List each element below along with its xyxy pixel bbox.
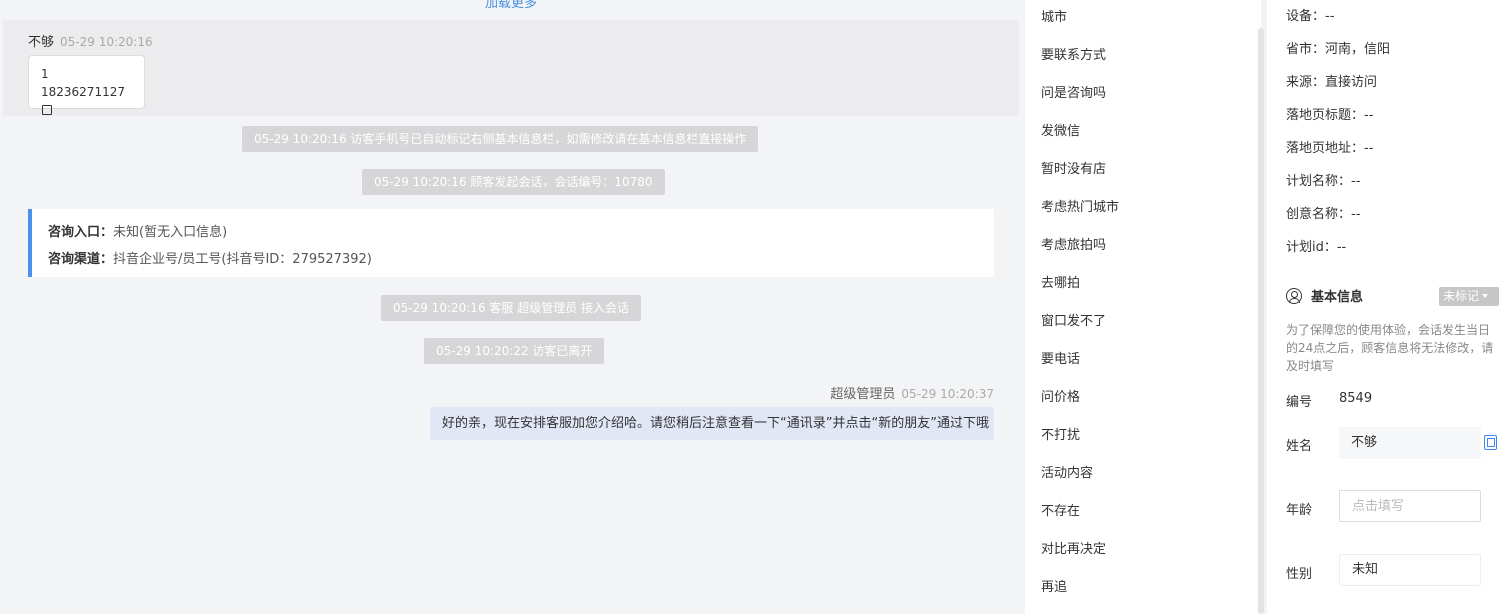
quick-reply-item[interactable]: 不存在 [1041, 500, 1080, 519]
visitor-header: 不够 05-29 10:20:16 [28, 31, 153, 50]
id-label: 编号 [1286, 395, 1313, 410]
system-notice-visitor-left: 05-29 10:20:22 访客已离开 [424, 338, 605, 364]
basic-info-title: 基本信息 [1311, 290, 1364, 305]
info-source: 来源：直接访问 [1286, 75, 1378, 90]
card-line-1: 1 [41, 67, 49, 81]
copy-icon[interactable] [1484, 435, 1497, 450]
agent-time: 05-29 10:20:37 [901, 387, 994, 401]
channel-label: 咨询渠道： [48, 252, 114, 267]
quick-reply-item[interactable]: 问价格 [1041, 386, 1080, 405]
entry-label: 咨询入口： [48, 225, 114, 240]
name-label: 姓名 [1286, 439, 1313, 454]
edit-notice: 为了保障您的使用体验，会话发生当日的24点之后，顾客信息将无法修改，请及时填写 [1286, 323, 1494, 373]
visitor-card-message: 1 18236271127 [28, 55, 145, 115]
info-province: 省市：河南，信阳 [1286, 42, 1391, 57]
quick-reply-scrollbar[interactable] [1258, 28, 1264, 614]
quick-reply-item[interactable]: 活动内容 [1041, 462, 1093, 481]
load-more-link[interactable]: 加载更多 [485, 0, 537, 11]
entry-value: 未知(暂无入口信息) [113, 225, 228, 240]
quick-reply-item[interactable]: 再追 [1041, 576, 1067, 595]
basic-info-header: 基本信息 [1286, 286, 1363, 305]
quick-reply-item[interactable]: 发微信 [1041, 120, 1080, 139]
quick-reply-item[interactable]: 问是咨询吗 [1041, 82, 1106, 101]
quick-reply-list: 城市 要联系方式 问是咨询吗 发微信 暂时没有店 考虑热门城市 考虑旅拍吗 去哪… [1025, 0, 1261, 614]
system-notice-agent-join: 05-29 10:20:16 客服 超级管理员 接入会话 [381, 295, 642, 321]
info-creative-name: 创意名称：-- [1286, 207, 1361, 222]
gender-label: 性别 [1286, 567, 1313, 582]
id-value: 8549 [1339, 391, 1373, 406]
system-notice-session-start: 05-29 10:20:16 顾客发起会话，会话编号：10780 [362, 169, 665, 195]
quick-reply-item[interactable]: 对比再决定 [1041, 538, 1106, 557]
card-phone: 18236271127 [41, 85, 125, 99]
quick-reply-item[interactable]: 考虑热门城市 [1041, 196, 1119, 215]
age-label: 年龄 [1286, 503, 1313, 518]
gender-select[interactable]: 未知 [1339, 554, 1481, 586]
quick-reply-item[interactable]: 暂时没有店 [1041, 158, 1106, 177]
copy-icon[interactable] [42, 105, 52, 115]
visitor-name: 不够 [28, 35, 55, 50]
info-device: 设备：-- [1286, 9, 1335, 24]
caret-down-icon [1482, 294, 1489, 298]
visitor-time: 05-29 10:20:16 [60, 35, 153, 49]
quick-reply-item[interactable]: 考虑旅拍吗 [1041, 234, 1106, 253]
name-field[interactable]: 不够 [1339, 427, 1481, 459]
tag-dropdown-button[interactable]: 未标记 [1439, 287, 1499, 306]
system-notice-phone: 05-29 10:20:16 访客手机号已自动标记右侧基本信息栏，如需修改请在基… [242, 126, 759, 152]
quick-reply-item[interactable]: 要电话 [1041, 348, 1080, 367]
info-plan-id: 计划id：-- [1286, 240, 1347, 255]
quick-reply-item[interactable]: 去哪拍 [1041, 272, 1080, 291]
quick-reply-item[interactable]: 不打扰 [1041, 424, 1080, 443]
agent-message-bubble: 好的亲，现在安排客服加您介绍哈。请您稍后注意查看一下“通讯录”并点击“新的朋友”… [430, 407, 994, 440]
info-landing-url: 落地页地址：-- [1286, 141, 1374, 156]
chat-panel: 加载更多 不够 05-29 10:20:16 1 18236271127 05-2… [3, 0, 1021, 614]
agent-header: 超级管理员 05-29 10:20:37 [830, 383, 994, 402]
quick-reply-item[interactable]: 城市 [1041, 6, 1067, 25]
quick-reply-item[interactable]: 窗口发不了 [1041, 310, 1106, 329]
quick-reply-item[interactable]: 要联系方式 [1041, 44, 1106, 63]
info-plan-name: 计划名称：-- [1286, 174, 1361, 189]
tag-dropdown-label: 未标记 [1443, 289, 1480, 303]
channel-value: 抖音企业号/员工号(抖音号ID：279527392) [113, 252, 372, 267]
visitor-message-band [3, 20, 1019, 116]
agent-name: 超级管理员 [830, 387, 896, 402]
info-landing-title: 落地页标题：-- [1286, 108, 1374, 123]
age-input[interactable] [1339, 490, 1481, 522]
consult-entry-box: 咨询入口：未知(暂无入口信息) 咨询渠道：抖音企业号/员工号(抖音号ID：279… [28, 209, 994, 277]
user-circle-icon [1286, 287, 1302, 304]
visitor-info-panel: 设备：-- 省市：河南，信阳 来源：直接访问 落地页标题：-- 落地页地址：--… [1267, 0, 1510, 614]
